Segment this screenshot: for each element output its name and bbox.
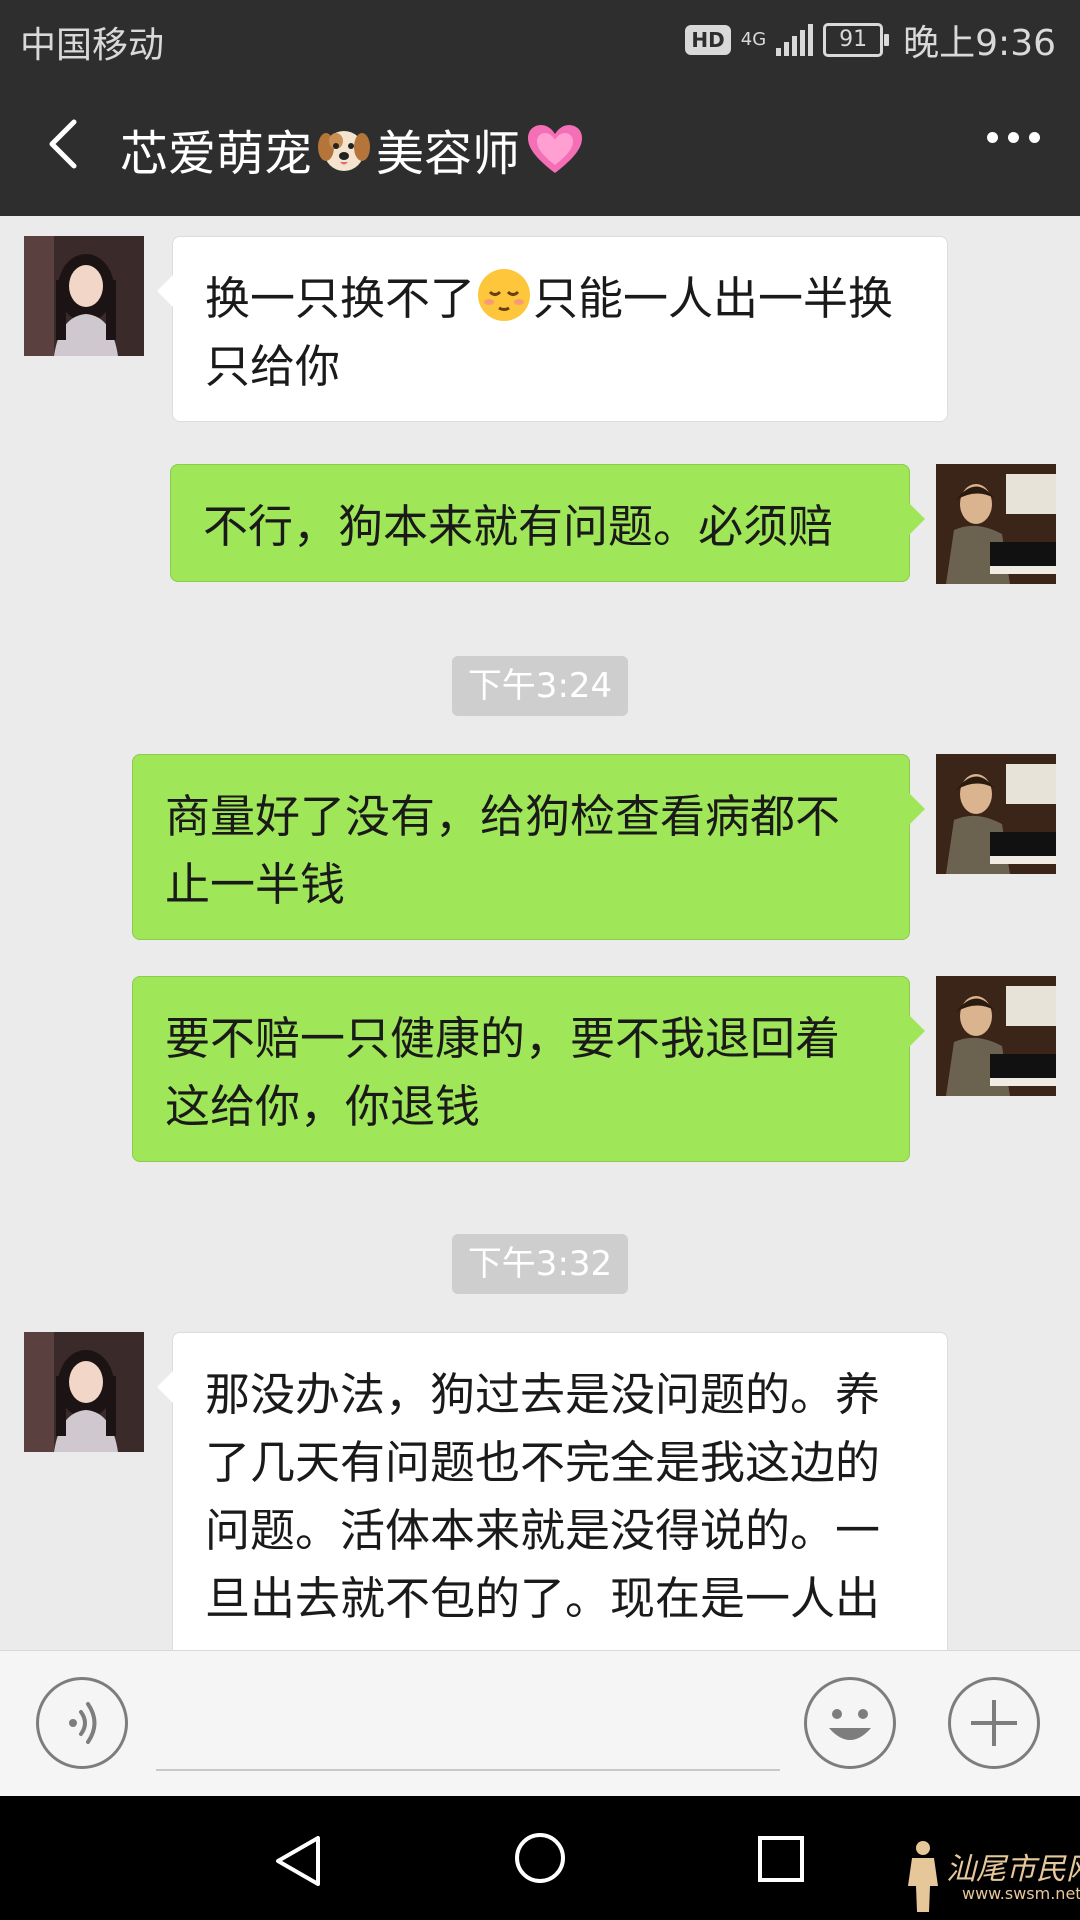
input-underline (156, 1769, 780, 1771)
user-avatar[interactable] (936, 754, 1056, 874)
voice-icon (69, 1702, 97, 1744)
message-text: 那没办法，狗过去是没问题的。养 (205, 1368, 881, 1421)
dog-face-emoji-icon (318, 131, 371, 171)
system-navigation-bar: 汕尾市民网 www.swsm.net (0, 1796, 1080, 1920)
message-text: 了几天有问题也不完全是我这边的 (205, 1436, 881, 1489)
timestamp-label: 下午3:24 (452, 656, 628, 716)
chat-title-role: 美容师 (376, 126, 521, 182)
watermark-url: www.swsm.net (962, 1884, 1080, 1903)
message-bubble-sent[interactable]: 不行，狗本来就有问题。必须赔 (170, 464, 925, 582)
status-bar: 中国移动 HD 4G 91 晚上9:36 (0, 0, 1080, 74)
message-list[interactable]: 换一只换不了 只能一人出一半换 只给你 不行，狗本来就有问题。必须赔 下午3:2… (0, 216, 1080, 1650)
voice-button[interactable] (36, 1677, 128, 1769)
network-type-icon: 4G (740, 29, 767, 50)
message-bubble-received[interactable]: 换一只换不了 只能一人出一半换 只给你 (157, 236, 948, 422)
contact-avatar[interactable] (24, 236, 144, 356)
watermark-text: 汕尾市民网 (946, 1852, 1080, 1887)
emoji-button[interactable] (804, 1677, 896, 1769)
user-avatar[interactable] (936, 464, 1056, 584)
message-text: 只给你 (205, 340, 341, 393)
more-dots-icon[interactable] (987, 132, 1040, 143)
user-avatar[interactable] (936, 976, 1056, 1096)
clock: 晚上9:36 (903, 23, 1056, 64)
chat-title: 芯爱萌宠 美容师 (120, 114, 586, 184)
message-bubble-received[interactable]: 那没办法，狗过去是没问题的。养 了几天有问题也不完全是我这边的 问题。活体本来就… (157, 1332, 948, 1650)
message-text: 止一半钱 (165, 858, 346, 911)
relieved-face-emoji-icon (478, 269, 531, 321)
signal-icon (776, 24, 814, 56)
timestamp-label: 下午3:32 (452, 1234, 628, 1294)
recents-square-icon[interactable] (756, 1834, 806, 1884)
message-bubble-sent[interactable]: 商量好了没有，给狗检查看病都不 止一半钱 (132, 754, 925, 940)
message-text: 这给你，你退钱 (165, 1080, 481, 1133)
site-watermark: 汕尾市民网 www.swsm.net (902, 1838, 1080, 1914)
message-text: 换一只换不了 (205, 272, 476, 325)
home-circle-icon[interactable] (512, 1830, 568, 1886)
message-text: 旦出去就不包的了。现在是一人出 (205, 1572, 881, 1625)
message-text: 问题。活体本来就是没得说的。一 (205, 1504, 881, 1557)
smiley-icon (829, 1709, 871, 1740)
message-text: 只能一人出一半换 (533, 272, 894, 325)
carrier-label: 中国移动 (20, 25, 165, 66)
back-triangle-icon[interactable] (272, 1834, 326, 1888)
message-text: 商量好了没有，给狗检查看病都不 (165, 790, 841, 843)
contact-avatar[interactable] (24, 1332, 144, 1452)
heart-emoji-icon (528, 125, 583, 173)
message-bubble-sent[interactable]: 要不赔一只健康的，要不我退回着 这给你，你退钱 (132, 976, 925, 1162)
hd-icon: HD (685, 25, 731, 55)
more-functions-button[interactable] (948, 1677, 1040, 1769)
chat-header: 芯爱萌宠 美容师 (0, 74, 1080, 216)
message-text: 不行，狗本来就有问题。必须赔 (203, 500, 834, 553)
status-indicators: HD 4G 91 晚上9:36 (685, 14, 1056, 66)
battery-icon: 91 (823, 23, 890, 57)
watermark-figure-icon (908, 1841, 938, 1912)
chat-title-name: 芯爱萌宠 (120, 126, 313, 182)
back-chevron-icon[interactable] (38, 114, 98, 174)
input-bar (0, 1650, 1080, 1797)
plus-icon (971, 1700, 1017, 1746)
message-input[interactable] (156, 1687, 784, 1769)
message-text: 要不赔一只健康的，要不我退回着 (165, 1012, 841, 1065)
